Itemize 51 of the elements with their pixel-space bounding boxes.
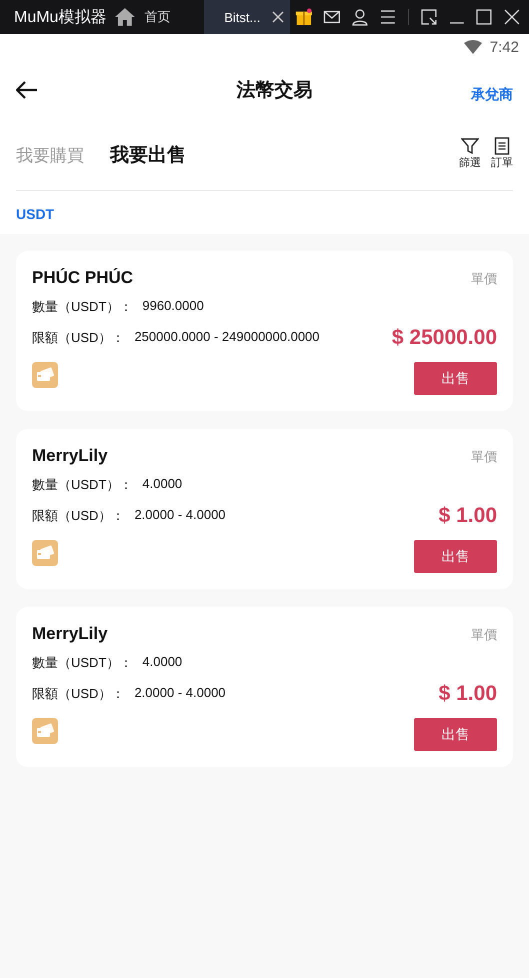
currency-label[interactable]: USDT — [0, 191, 529, 234]
quantity-label: 數量（USDT）： — [32, 298, 132, 316]
seller-name: PHÚC PHÚC — [32, 268, 134, 288]
gift-icon[interactable] — [295, 8, 314, 26]
unit-price: $ 1.00 — [438, 504, 497, 528]
limit-value: 250000.0000 - 249000000.0000 — [134, 329, 320, 346]
user-icon[interactable] — [351, 8, 369, 26]
app-name: MuMu模拟器 — [13, 8, 108, 28]
quantity-value: 4.0000 — [142, 476, 182, 493]
sell-button[interactable]: 出售 — [414, 718, 497, 751]
close-icon[interactable] — [503, 8, 521, 26]
close-icon[interactable] — [272, 11, 284, 23]
orders-button[interactable]: 訂單 — [491, 136, 513, 170]
quantity-value: 9960.0000 — [142, 298, 204, 315]
payment-card-icon — [32, 362, 58, 388]
unit-price-label: 單價 — [471, 448, 497, 466]
sell-button[interactable]: 出售 — [414, 540, 497, 573]
back-arrow-icon[interactable] — [16, 81, 38, 99]
seller-name: MerryLily — [32, 446, 109, 466]
maximize-icon[interactable] — [475, 8, 494, 26]
seller-name: MerryLily — [32, 624, 109, 644]
filter-icon — [461, 136, 479, 154]
unit-price: $ 25000.00 — [392, 326, 497, 350]
mail-icon[interactable] — [323, 8, 342, 26]
unit-price-label: 單價 — [471, 270, 497, 288]
wifi-icon — [464, 40, 482, 54]
limit-label: 限額（USD）： — [32, 507, 124, 525]
home-icon[interactable] — [114, 7, 136, 27]
clock-time: 7:42 — [490, 38, 519, 56]
unit-price: $ 1.00 — [438, 682, 497, 706]
quantity-label: 數量（USDT）： — [32, 476, 132, 494]
payment-card-icon — [32, 540, 58, 566]
filter-button[interactable]: 篩選 — [459, 136, 481, 170]
limit-value: 2.0000 - 4.0000 — [134, 507, 226, 524]
document-icon — [494, 136, 510, 154]
limit-label: 限額（USD）： — [32, 329, 124, 347]
trade-tab[interactable]: 我要購買 — [16, 144, 84, 166]
emulator-tab[interactable]: Bitst... — [204, 0, 290, 34]
payment-card-icon — [32, 718, 58, 744]
unit-price-label: 單價 — [471, 626, 497, 644]
sell-button[interactable]: 出售 — [414, 362, 497, 395]
merchant-link[interactable]: 承兌商 — [471, 86, 513, 104]
quantity-value: 4.0000 — [142, 654, 182, 671]
quantity-label: 數量（USDT）： — [32, 654, 132, 672]
limit-value: 2.0000 - 4.0000 — [134, 685, 226, 702]
emulator-tab[interactable]: 首页 — [144, 0, 178, 34]
resize-icon[interactable] — [420, 8, 438, 26]
menu-icon[interactable] — [378, 8, 397, 26]
trade-tab[interactable]: 我要出售 — [110, 142, 186, 168]
page-title: 法幣交易 — [236, 78, 312, 103]
limit-label: 限額（USD）： — [32, 685, 124, 703]
